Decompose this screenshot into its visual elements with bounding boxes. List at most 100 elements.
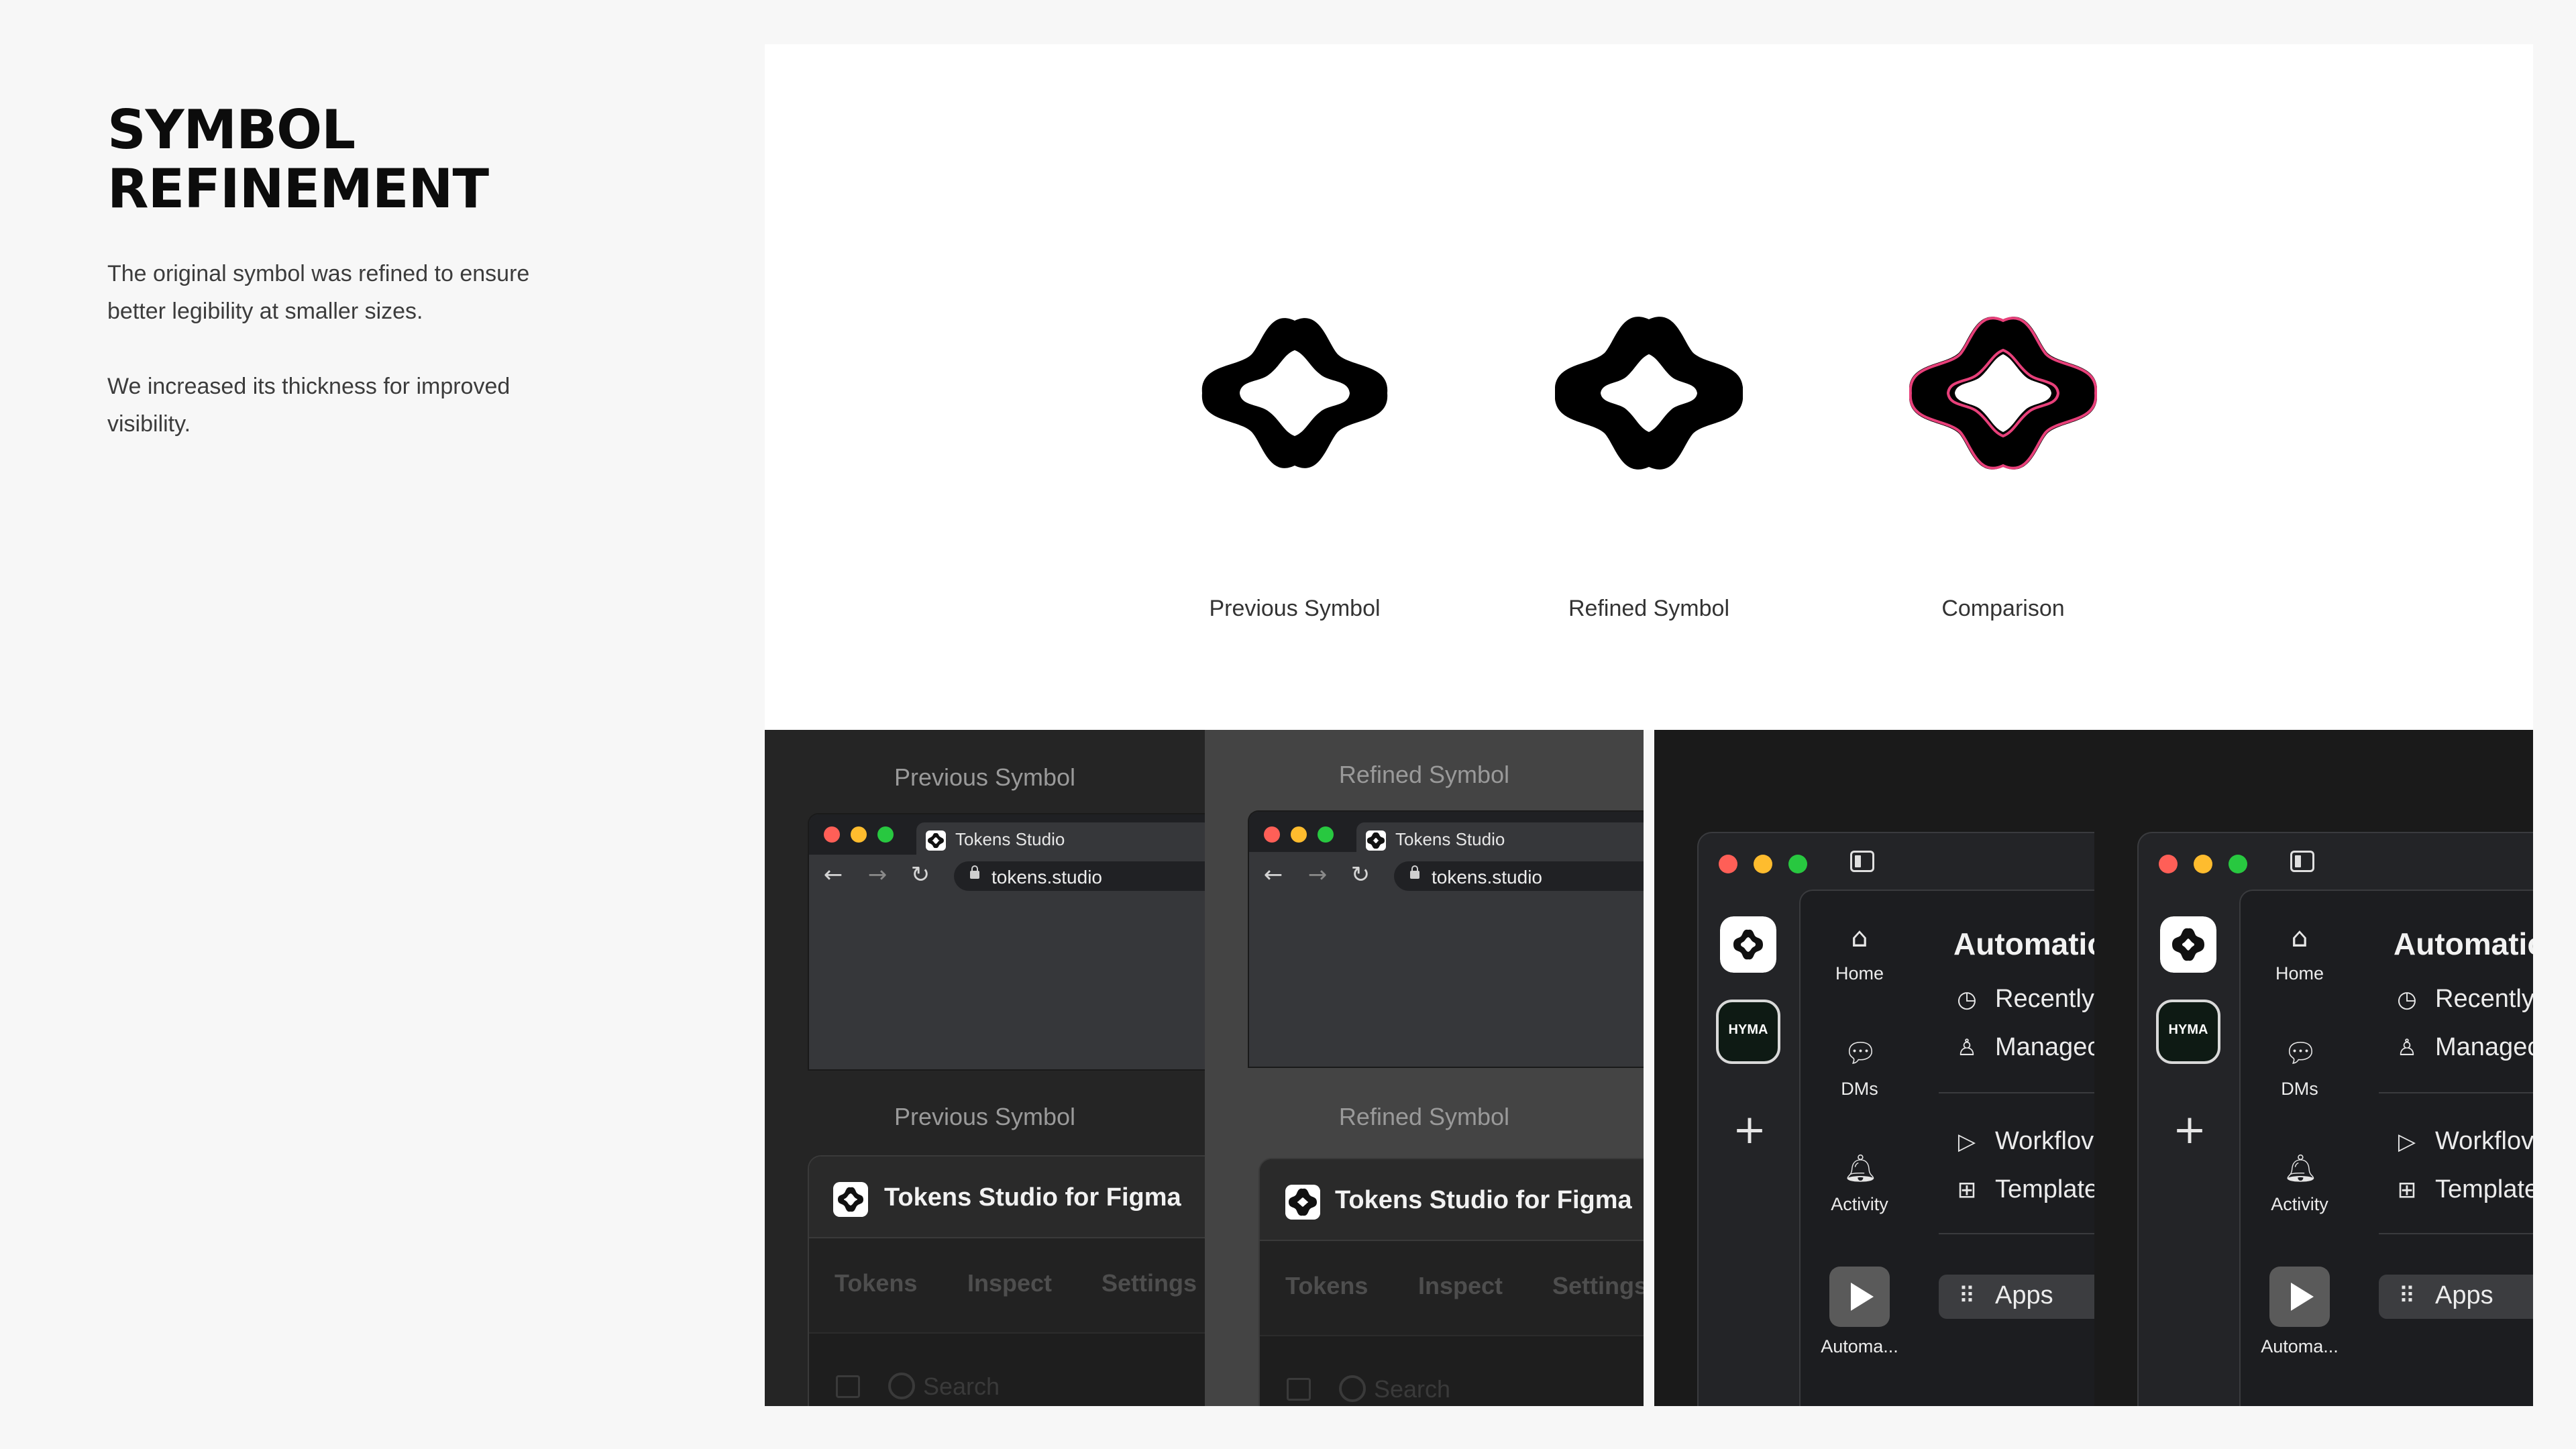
list-item-managed[interactable]: ♙ Managec bbox=[1953, 1033, 2094, 1062]
app-titlebar bbox=[1699, 833, 2094, 890]
minimize-window-dot[interactable] bbox=[1754, 855, 1772, 873]
nav-item-home[interactable]: ⌂ Home bbox=[1801, 922, 1919, 984]
list-item-apps: ⠿ Apps bbox=[2394, 1281, 2493, 1310]
hyma-workspace-icon[interactable]: HYMA bbox=[1716, 1000, 1780, 1064]
workspace-rail: HYMA + bbox=[1699, 890, 1799, 1406]
lock-icon bbox=[970, 865, 979, 879]
sidebar-toggle-icon[interactable] bbox=[2290, 851, 2314, 872]
plugin-window: Tokens Studio for Figma Tokens Inspect S… bbox=[1258, 1158, 1644, 1406]
list-item-workflows[interactable]: ▷ Workflov bbox=[2394, 1127, 2533, 1156]
arrow-right-icon[interactable]: → bbox=[1304, 861, 1331, 888]
maximize-window-dot[interactable] bbox=[1788, 855, 1807, 873]
workspace-badge-text: HYMA bbox=[1728, 1022, 1768, 1037]
close-window-dot[interactable] bbox=[1719, 855, 1737, 873]
symbol-showcase-panel: Previous Symbol Refined Symbol Compariso… bbox=[765, 44, 2533, 730]
arrow-right-icon[interactable]: → bbox=[864, 861, 891, 888]
home-icon: ⌂ bbox=[2291, 922, 2308, 953]
app-nav: ⌂ Home 💬︎ DMs 🔔︎ Activity Automa... bbox=[2239, 890, 2360, 1406]
nav-item-automations[interactable]: Automa... bbox=[1801, 1267, 1919, 1357]
hyma-workspace-icon[interactable]: HYMA bbox=[2156, 1000, 2220, 1064]
plugin-header: Tokens Studio for Figma bbox=[809, 1157, 1205, 1238]
divider bbox=[2379, 1233, 2533, 1234]
previous-mockups-panel: Previous Symbol Tokens Studio ← → ↻ toke… bbox=[765, 730, 1205, 1406]
search-input[interactable]: Search bbox=[923, 1373, 1000, 1401]
tokens-studio-logo-icon bbox=[1285, 1185, 1320, 1220]
dots-grid-icon: ⠿ bbox=[2398, 1283, 2416, 1309]
nav-item-dms[interactable]: 💬︎ DMs bbox=[2241, 1037, 2359, 1099]
lock-icon bbox=[1410, 865, 1419, 879]
clock-icon: ◷ bbox=[2397, 986, 2417, 1013]
tab-settings[interactable]: Settings bbox=[1552, 1272, 1644, 1300]
list-item-label: Managec bbox=[2435, 1033, 2533, 1061]
sidebar-toggle-icon[interactable] bbox=[1287, 1378, 1311, 1401]
comparison-symbol-icon bbox=[1909, 317, 2097, 470]
browser-tab[interactable]: Tokens Studio bbox=[916, 822, 1205, 855]
previous-symbol-icon bbox=[1201, 318, 1388, 468]
close-window-dot[interactable] bbox=[1264, 826, 1280, 843]
list-item-recently[interactable]: ◷ Recently bbox=[1953, 985, 2094, 1014]
nav-item-dms[interactable]: 💬︎ DMs bbox=[1801, 1037, 1919, 1099]
address-bar[interactable]: tokens.studio bbox=[1394, 861, 1644, 891]
arrow-left-icon[interactable]: ← bbox=[820, 861, 847, 888]
maximize-window-dot[interactable] bbox=[2229, 855, 2247, 873]
browser-window: Tokens Studio ← → ↻ tokens.studio bbox=[808, 813, 1205, 1071]
tab-inspect[interactable]: Inspect bbox=[1418, 1272, 1503, 1300]
nav-item-activity[interactable]: 🔔︎ Activity bbox=[2241, 1152, 2359, 1215]
app-content: Automatio ◷ Recently ♙ Managec ▷ Workflov ⊞… bbox=[2359, 890, 2533, 1406]
tab-title: Tokens Studio bbox=[1395, 829, 1505, 849]
plugin-title: Tokens Studio for Figma bbox=[884, 1183, 1181, 1212]
list-item-label: Apps bbox=[2435, 1281, 2493, 1309]
list-item-managed[interactable]: ♙ Managec bbox=[2394, 1033, 2533, 1062]
browser-navbar: ← → ↻ tokens.studio bbox=[1249, 855, 1644, 896]
previous-plugin-label: Previous Symbol bbox=[894, 1103, 1076, 1130]
grid-icon: ⊞ bbox=[2397, 1177, 2417, 1203]
reload-icon[interactable]: ↻ bbox=[1347, 861, 1374, 888]
list-item-label: Apps bbox=[1995, 1281, 2053, 1309]
sidebar-toggle-icon[interactable] bbox=[1850, 851, 1874, 872]
nav-item-home[interactable]: ⌂ Home bbox=[2241, 922, 2359, 984]
bell-icon: 🔔︎ bbox=[1843, 1153, 1878, 1184]
tab-settings[interactable]: Settings bbox=[1102, 1269, 1197, 1297]
tokens-studio-workspace-icon[interactable] bbox=[1720, 916, 1776, 973]
tab-tokens[interactable]: Tokens bbox=[1285, 1272, 1368, 1300]
list-item-templates[interactable]: ⊞ Template bbox=[1953, 1175, 2094, 1204]
play-outline-icon: ▷ bbox=[2398, 1128, 2416, 1155]
list-item-templates[interactable]: ⊞ Template bbox=[2394, 1175, 2533, 1204]
list-item-label: Template bbox=[2435, 1175, 2533, 1203]
search-input[interactable]: Search bbox=[1374, 1375, 1450, 1403]
maximize-window-dot[interactable] bbox=[877, 826, 894, 843]
arrow-left-icon[interactable]: ← bbox=[1260, 861, 1287, 888]
apps-item[interactable]: ⠿ Apps bbox=[1939, 1275, 2094, 1319]
minimize-window-dot[interactable] bbox=[851, 826, 867, 843]
browser-tab[interactable]: Tokens Studio bbox=[1356, 822, 1644, 855]
description-paragraph-1: The original symbol was refined to ensur… bbox=[107, 261, 530, 324]
plugin-tabs: Tokens Inspect Settings bbox=[1260, 1241, 1644, 1335]
address-bar[interactable]: tokens.studio bbox=[954, 861, 1205, 891]
list-item-workflows[interactable]: ▷ Workflov bbox=[1953, 1127, 2094, 1156]
tab-inspect[interactable]: Inspect bbox=[967, 1269, 1052, 1297]
app-content: Automatio ◷ Recently ♙ Managec ▷ Workflov ⊞… bbox=[1919, 890, 2094, 1406]
nav-item-label: Automa... bbox=[1821, 1336, 1898, 1356]
tab-title: Tokens Studio bbox=[955, 829, 1065, 849]
add-workspace-icon[interactable]: + bbox=[2171, 1110, 2208, 1150]
minimize-window-dot[interactable] bbox=[2194, 855, 2212, 873]
user-icon: ♙ bbox=[1956, 1034, 1978, 1061]
maximize-window-dot[interactable] bbox=[1318, 826, 1334, 843]
tokens-studio-workspace-icon[interactable] bbox=[2160, 916, 2216, 973]
divider bbox=[2379, 1092, 2533, 1093]
close-window-dot[interactable] bbox=[2159, 855, 2178, 873]
grid-icon: ⊞ bbox=[1957, 1177, 1977, 1203]
tab-tokens[interactable]: Tokens bbox=[835, 1269, 917, 1297]
nav-item-automations[interactable]: Automa... bbox=[2241, 1267, 2359, 1357]
tokens-studio-favicon-icon bbox=[1366, 830, 1386, 851]
list-item-recently[interactable]: ◷ Recently bbox=[2394, 985, 2533, 1014]
reload-icon[interactable]: ↻ bbox=[907, 861, 934, 888]
browser-tabbar: Tokens Studio bbox=[809, 814, 1205, 855]
browser-navbar: ← → ↻ tokens.studio bbox=[809, 855, 1205, 896]
minimize-window-dot[interactable] bbox=[1291, 826, 1307, 843]
apps-item[interactable]: ⠿ Apps bbox=[2379, 1275, 2533, 1319]
sidebar-toggle-icon[interactable] bbox=[836, 1375, 860, 1398]
nav-item-activity[interactable]: 🔔︎ Activity bbox=[1801, 1152, 1919, 1215]
add-workspace-icon[interactable]: + bbox=[1731, 1110, 1768, 1150]
close-window-dot[interactable] bbox=[824, 826, 840, 843]
